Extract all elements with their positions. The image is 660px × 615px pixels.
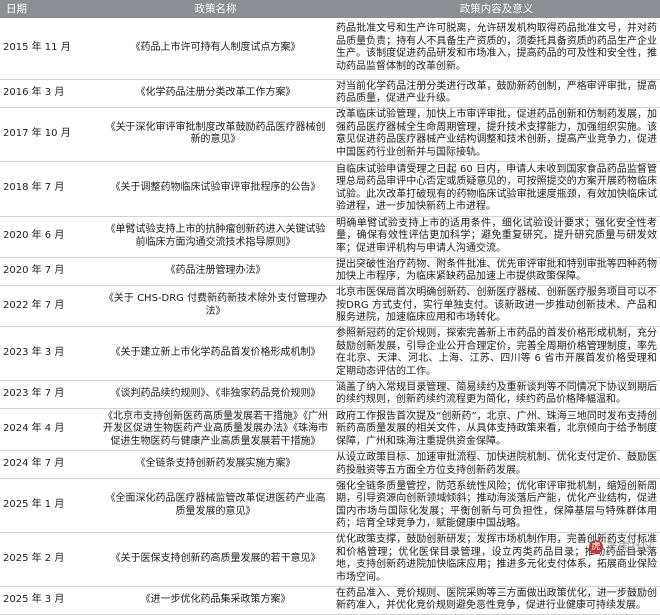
row-policy-name: 《进一步优化药品集采政策方案》 [98,586,333,614]
row-policy-name: 《关于医保支持创新药高质量发展的若干意见》 [98,533,333,586]
row-date: 2020 年 6 月 [0,216,98,257]
table-row: 2020 年 7 月 《药品注册管理办法》 提出突破性治疗药物、附条件批准、优先… [0,257,660,285]
table-row: 2025 年 2 月 《关于医保支持创新药高质量发展的若干意见》 优化政策支撑，… [0,533,660,586]
row-policy-meaning: 自临床试验申请受理之日起 60 日内，申请人未收到国家食品药品监督管理总局药品审… [333,161,660,216]
row-policy-meaning: 对当前化学药品注册分类进行改革，鼓励新药创制，严格审评审批，提高药品质量，促进产… [333,79,660,107]
row-policy-name: 《谈判药品续约规则》、《非独家药品竞价规则》 [98,380,333,408]
watermark-text: 老虎社区 [606,538,654,555]
row-policy-meaning: 在药品准入、竞价规则、医院采购等三方面做出政策优化，进一步鼓励创新药准入，并优化… [333,586,660,614]
row-policy-meaning: 改革临床试验管理，加快上市审评审批，促进药品创新和仿制药发展，加强药品医疗器械全… [333,107,660,161]
row-date: 2018 年 7 月 [0,161,98,216]
row-date: 2022 年 7 月 [0,285,98,326]
header-row: 日期 政策名称 政策内容及意义 [0,0,660,18]
row-policy-meaning: 提出突破性治疗药物、附条件批准、优先审评审批和特别审批等四种药物加快上市程序，为… [333,257,660,285]
row-policy-name: 《关于调整药物临床试验审评审批程序的公告》 [98,161,333,216]
policy-table: 日期 政策名称 政策内容及意义 2015 年 11 月 《药品上市许可持有人制度… [0,0,660,615]
row-policy-meaning: 从设立政策目标、加速审批流程、加快进院机制、优化支付定价、鼓励医药投融资等五方面… [333,451,660,479]
table-row: 2022 年 7 月 《关于 CHS-DRG 付费新药新技术除外支付管理办法》 … [0,285,660,326]
table-header: 日期 政策名称 政策内容及意义 [0,0,660,18]
row-policy-meaning: 明确单臂试验支持上市的适用条件，细化试验设计要求；强化安全性考量，确保有效性评估… [333,216,660,257]
row-policy-name: 《全链条支持创新药发展实施方案》 [98,451,333,479]
row-date: 2023 年 3 月 [0,326,98,380]
table-row: 2024 年 7 月 《全链条支持创新药发展实施方案》 从设立政策目标、加速审批… [0,451,660,479]
row-policy-name: 《全面深化药品医疗器械监管改革促进医药产业高质量发展的意见》 [98,479,333,533]
row-policy-name: 《关于深化审评审批制度改革鼓励药品医疗器械创新的意见》 [98,107,333,161]
table-row: 2015 年 11 月 《药品上市许可持有人制度试点方案》 药品批准文号和生产许… [0,18,660,79]
row-date: 2017 年 10 月 [0,107,98,161]
table-row: 2017 年 10 月 《关于深化审评审批制度改革鼓励药品医疗器械创新的意见》 … [0,107,660,161]
header-policy-meaning: 政策内容及意义 [333,0,660,18]
header-policy-name: 政策名称 [98,0,333,18]
row-policy-meaning: 强化全链条质量管控，防范系统性风险；优化审评审批机制，缩短创新周期，引导资源向创… [333,479,660,533]
table-row: 2018 年 7 月 《关于调整药物临床试验审评审批程序的公告》 自临床试验申请… [0,161,660,216]
row-policy-meaning: 政府工作报告首次提及“创新药”，北京、广州、珠海三地同时发布支持创新药高质量发展… [333,409,660,451]
row-policy-name: 《药品注册管理办法》 [98,257,333,285]
row-date: 2025 年 1 月 [0,479,98,533]
row-date: 2025 年 2 月 [0,533,98,586]
table-row: 2025 年 1 月 《全面深化药品医疗器械监管改革促进医药产业高质量发展的意见… [0,479,660,533]
row-policy-name: 《药品上市许可持有人制度试点方案》 [98,18,333,79]
tiger-logo-icon: 虎 [589,540,603,554]
row-date: 2020 年 7 月 [0,257,98,285]
row-date: 2024 年 7 月 [0,451,98,479]
table-row: 2016 年 3 月 《化学药品注册分类改革工作方案》 对当前化学药品注册分类进… [0,79,660,107]
row-policy-meaning: 涵盖了纳入常规目录管理、简易续约及重新谈判等不同情况下协议到期后的续约规则，创新… [333,380,660,408]
table-row: 2024 年 4 月 《北京市支持创新医药高质量发展若干措施》《广州开发区促进生… [0,409,660,451]
row-policy-name: 《关于建立新上市化学药品首发价格形成机制》 [98,326,333,380]
row-policy-meaning: 药品批准文号和生产许可脱离，允许研发机构取得药品批准文号，并对药品质量负责；持有… [333,18,660,79]
header-date: 日期 [0,0,98,18]
table-row: 2023 年 3 月 《关于建立新上市化学药品首发价格形成机制》 参照新冠药的定… [0,326,660,380]
row-date: 2025 年 3 月 [0,586,98,614]
watermark: 虎 老虎社区 [589,538,654,555]
row-policy-name: 《关于 CHS-DRG 付费新药新技术除外支付管理办法》 [98,285,333,326]
row-date: 2024 年 4 月 [0,409,98,451]
table-row: 2025 年 3 月 《进一步优化药品集采政策方案》 在药品准入、竞价规则、医院… [0,586,660,614]
row-policy-name: 《化学药品注册分类改革工作方案》 [98,79,333,107]
table-row: 2020 年 6 月 《单臂试验支持上市的抗肿瘤创新药进入关键试验前临床方面沟通… [0,216,660,257]
row-date: 2016 年 3 月 [0,79,98,107]
table-body: 2015 年 11 月 《药品上市许可持有人制度试点方案》 药品批准文号和生产许… [0,18,660,614]
row-date: 2023 年 7 月 [0,380,98,408]
row-date: 2015 年 11 月 [0,18,98,79]
table-row: 2023 年 7 月 《谈判药品续约规则》、《非独家药品竞价规则》 涵盖了纳入常… [0,380,660,408]
row-policy-name: 《单臂试验支持上市的抗肿瘤创新药进入关键试验前临床方面沟通交流技术指导原则》 [98,216,333,257]
row-policy-name: 《北京市支持创新医药高质量发展若干措施》《广州开发区促进生物医药产业高质量发展办… [98,409,333,451]
row-policy-meaning: 北京市医保局首次明确创新药、创新医疗器械、创新医疗服务项目可以不按DRG 方式支… [333,285,660,326]
row-policy-meaning: 参照新冠药的定价规则，探索完善新上市药品的首发价格形成机制，充分鼓励创新发展，引… [333,326,660,380]
